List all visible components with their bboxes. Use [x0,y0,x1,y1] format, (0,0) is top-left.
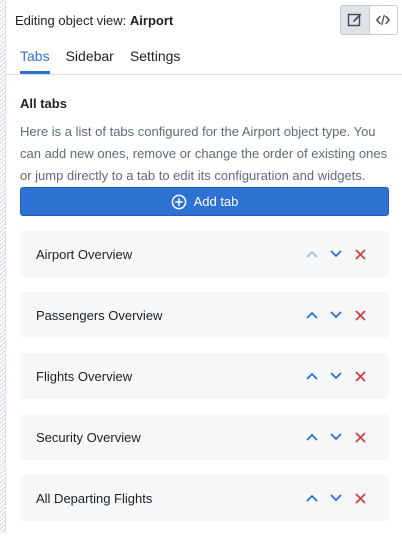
remove-icon[interactable] [351,489,369,507]
remove-icon[interactable] [351,306,369,324]
tab-list-item-label: All Departing Flights [36,490,153,506]
tab-list: Airport Overview Passengers Overview Fli… [20,231,389,536]
tab-list-item-label: Flights Overview [36,368,133,384]
move-down-icon[interactable] [327,245,345,263]
tab-row-actions [303,231,369,277]
tab-settings[interactable]: Settings [130,40,181,74]
tab-list-item-label: Airport Overview [36,246,133,262]
tab-row-actions [303,414,369,460]
move-up-icon[interactable] [303,489,321,507]
panel-header: Editing object view: Airport [15,4,398,36]
tab-row-actions [303,292,369,338]
move-down-icon[interactable] [327,367,345,385]
plus-circle-icon [171,194,187,210]
section-title: All tabs [20,96,67,111]
tab-list-item[interactable]: Flights Overview [20,353,389,399]
move-up-icon[interactable] [303,306,321,324]
tab-row-actions [303,475,369,521]
remove-icon[interactable] [351,367,369,385]
tabs-divider [5,74,402,75]
add-tab-label: Add tab [193,194,239,209]
section-description: Here is a list of tabs configured for th… [20,124,388,183]
remove-icon[interactable] [351,245,369,263]
tab-tabs[interactable]: Tabs [20,40,50,74]
edit-icon [347,12,363,28]
header-object-name: Airport [129,12,174,28]
tab-list-item[interactable]: All Departing Flights [20,475,389,521]
code-icon [375,12,391,28]
header-title: Editing object view: Airport [15,13,173,28]
move-down-icon[interactable] [327,428,345,446]
move-down-icon[interactable] [327,306,345,324]
tab-list-item[interactable]: Airport Overview [20,231,389,277]
move-down-icon[interactable] [327,489,345,507]
left-resize-rail[interactable] [0,0,6,533]
header-title-prefix: Editing object view: [15,12,130,28]
tab-list-item-label: Security Overview [36,429,141,445]
remove-icon[interactable] [351,428,369,446]
tab-list-item[interactable]: Passengers Overview [20,292,389,338]
move-up-icon[interactable] [303,367,321,385]
code-mode-button[interactable] [370,6,398,34]
move-up-icon[interactable] [303,428,321,446]
tab-sidebar[interactable]: Sidebar [66,40,114,74]
panel-tabs: Tabs Sidebar Settings [20,40,196,74]
add-tab-button[interactable]: Add tab [20,187,389,216]
view-mode-toggle [340,5,398,35]
tab-list-item-label: Passengers Overview [36,307,163,323]
move-up-icon[interactable] [303,245,321,263]
tab-list-item[interactable]: Security Overview [20,414,389,460]
tab-row-actions [303,353,369,399]
edit-mode-button[interactable] [341,6,370,34]
